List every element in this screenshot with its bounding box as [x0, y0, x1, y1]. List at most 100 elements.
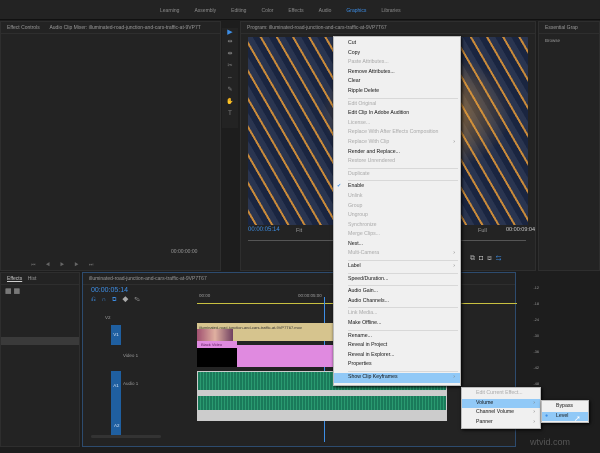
timeline-timecode[interactable]: 00:00:05:14	[91, 287, 128, 294]
menu-item-label: Replace With After Effects Composition	[348, 129, 439, 136]
workspace-tabs: Learning Assembly Editing Color Effects Audio…	[160, 8, 401, 14]
tab-audio-clip-mixer[interactable]: Audio Clip Mixer: illuminated-road-junct…	[49, 25, 200, 31]
menu-separator	[348, 307, 458, 309]
menu-item-enable[interactable]: ✔ Enable	[334, 182, 460, 192]
chevron-right-icon: ›	[453, 250, 455, 257]
menu-item-label: Properties	[348, 361, 372, 368]
chevron-right-icon: ›	[533, 418, 535, 425]
menu-item-label: Synchronize	[348, 221, 377, 228]
menu-item-label: Panner	[476, 418, 493, 425]
chevron-right-icon: ›	[453, 138, 455, 145]
menu-item-label: Remove Attributes...	[348, 68, 395, 75]
menu-item-label: Edit Clip In Adobe Audition	[348, 110, 410, 117]
menu-item-duplicate: Duplicate	[334, 170, 460, 180]
duration-timecode: 00:00:09:04	[506, 227, 536, 233]
menu-item-remove-attributes[interactable]: Remove Attributes...	[334, 68, 460, 78]
tab-effect-controls[interactable]: Effect Controls	[7, 25, 40, 31]
ruler-mark: 00:00:05:00	[298, 293, 322, 298]
menu-item-bypass[interactable]: Bypass	[542, 402, 588, 412]
chevron-right-icon: ›	[533, 409, 535, 416]
menu-item-edit-clip-in-adobe-audition[interactable]: Edit Clip In Adobe Audition	[334, 109, 460, 119]
ruler-start: 00:00	[199, 293, 211, 298]
workspace-tab-graphics[interactable]: Graphics	[346, 8, 366, 14]
menu-item-label: Level	[556, 412, 569, 419]
selection-tool-icon[interactable]: ▶	[222, 28, 238, 36]
track-v1-target[interactable]: V1	[111, 325, 121, 345]
menu-item-render-and-replace[interactable]: Render and Replace...	[334, 148, 460, 158]
workspace-tab-effects[interactable]: Effects	[288, 8, 303, 14]
menu-separator	[348, 285, 458, 287]
fit-dropdown[interactable]: Fit	[296, 228, 302, 234]
menu-item-ripple-delete[interactable]: Ripple Delete	[334, 87, 460, 97]
menu-item-label[interactable]: Label ›	[334, 262, 460, 272]
workspace-tab-color[interactable]: Color	[261, 8, 273, 14]
source-panel: Effect Controls Audio Clip Mixer: illumi…	[0, 21, 221, 271]
program-timecode[interactable]: 00:00:05:14	[248, 227, 280, 233]
menu-item-audio-channels[interactable]: Audio Channels...	[334, 297, 460, 307]
workspace-tab-audio[interactable]: Audio	[319, 8, 332, 14]
workspace-tab-libraries[interactable]: Libraries	[381, 8, 400, 14]
tools-panel: ▶ ⇹ ⇼ ✂ ⇔ ✎ ✋ T	[222, 28, 238, 128]
menu-item-properties[interactable]: Properties	[334, 360, 460, 370]
keyframes-submenu: Edit Current Effect... Volume › Channel Vol…	[461, 387, 541, 430]
menu-item-clear[interactable]: Clear	[334, 77, 460, 87]
mouse-cursor-icon: ➚	[574, 414, 581, 423]
menu-item-label: Edit Current Effect...	[476, 390, 523, 396]
menu-item-label: Audio Channels...	[348, 297, 389, 304]
menu-item-label: Unlink	[348, 192, 363, 199]
workspace-tab-learning[interactable]: Learning	[160, 8, 179, 14]
menu-item-cut[interactable]: Cut	[334, 39, 460, 49]
menu-item-label: Ungroup	[348, 212, 368, 219]
workspace-tab-editing[interactable]: Editing	[231, 8, 246, 14]
menu-item-label: Group	[348, 202, 363, 209]
menu-item-panner[interactable]: Panner ›	[462, 418, 540, 428]
menu-item-copy[interactable]: Copy	[334, 49, 460, 59]
checkmark-icon: ✔	[337, 183, 342, 190]
menu-item-audio-gain[interactable]: Audio Gain...	[334, 287, 460, 297]
menu-item-label: Replace With Clip	[348, 138, 390, 145]
menu-item-channel-volume[interactable]: Channel Volume ›	[462, 408, 540, 418]
menu-item-group: Group	[334, 202, 460, 212]
black-video-clip[interactable]: Black Video	[197, 341, 237, 367]
menu-item-make-offline[interactable]: Make Offline...	[334, 319, 460, 329]
workspace-bar: Learning Assembly Editing Color Effects Audio…	[0, 0, 600, 20]
menu-item-restore-unrendered: Restore Unrendered	[334, 157, 460, 167]
menu-separator	[348, 97, 458, 99]
menu-item-synchronize: Synchronize	[334, 221, 460, 231]
menu-item-label: Enable	[348, 183, 365, 190]
menu-item-merge-clips: Merge Clips...	[334, 230, 460, 240]
menu-item-paste-attributes: Paste Attributes...	[334, 58, 460, 68]
effects-panel: Effects Hist ▦ ▦	[0, 272, 80, 447]
edit-tools-icons[interactable]: ⇹ ⇼ ✂ ⇔ ✎ ✋ T	[222, 36, 238, 120]
menu-separator	[348, 167, 458, 169]
timeline-tool-icons[interactable]: ⎌∩⧉◆✎	[91, 297, 146, 304]
workspace-tab-assembly[interactable]: Assembly	[194, 8, 216, 14]
bin-icons[interactable]: ▦ ▦	[1, 285, 79, 297]
tab-browse[interactable]: Browse	[539, 34, 599, 47]
menu-item-speed-duration[interactable]: Speed/Duration...	[334, 275, 460, 285]
menu-separator	[348, 180, 458, 182]
menu-item-nest[interactable]: Nest...	[334, 240, 460, 250]
timeline-zoom-scrollbar[interactable]	[91, 435, 161, 438]
menu-item-label: Edit Original	[348, 100, 377, 107]
quality-dropdown[interactable]: Full	[478, 228, 487, 234]
menu-item-volume[interactable]: Volume ›	[462, 398, 540, 409]
tab-history[interactable]: Hist	[28, 276, 37, 282]
menu-item-replace-with-clip: Replace With Clip ›	[334, 138, 460, 148]
track-a2-label[interactable]: A2	[114, 423, 120, 428]
effects-list-item[interactable]	[1, 337, 79, 345]
menu-item-label: Reveal in Project	[348, 342, 388, 349]
tab-effects[interactable]: Effects	[7, 276, 22, 282]
menu-item-ungroup: Ungroup	[334, 211, 460, 221]
menu-item-level[interactable]: ● Level	[542, 411, 588, 422]
menu-item-rename[interactable]: Rename...	[334, 332, 460, 342]
menu-item-unlink: Unlink	[334, 192, 460, 202]
menu-item-reveal-in-explorer[interactable]: Reveal in Explorer...	[334, 351, 460, 361]
menu-item-label: Show Clip Keyframes	[348, 374, 398, 380]
export-frame-icons[interactable]: ⧉◘⧈⇆	[470, 255, 505, 263]
menu-separator	[348, 272, 458, 274]
menu-item-reveal-in-project[interactable]: Reveal in Project	[334, 341, 460, 351]
watermark: wtvid.com	[530, 437, 571, 447]
transport-controls[interactable]: ⏮◀▶▶⏭	[31, 262, 103, 268]
menu-item-show-clip-keyframes[interactable]: Show Clip Keyframes ›	[334, 373, 460, 383]
